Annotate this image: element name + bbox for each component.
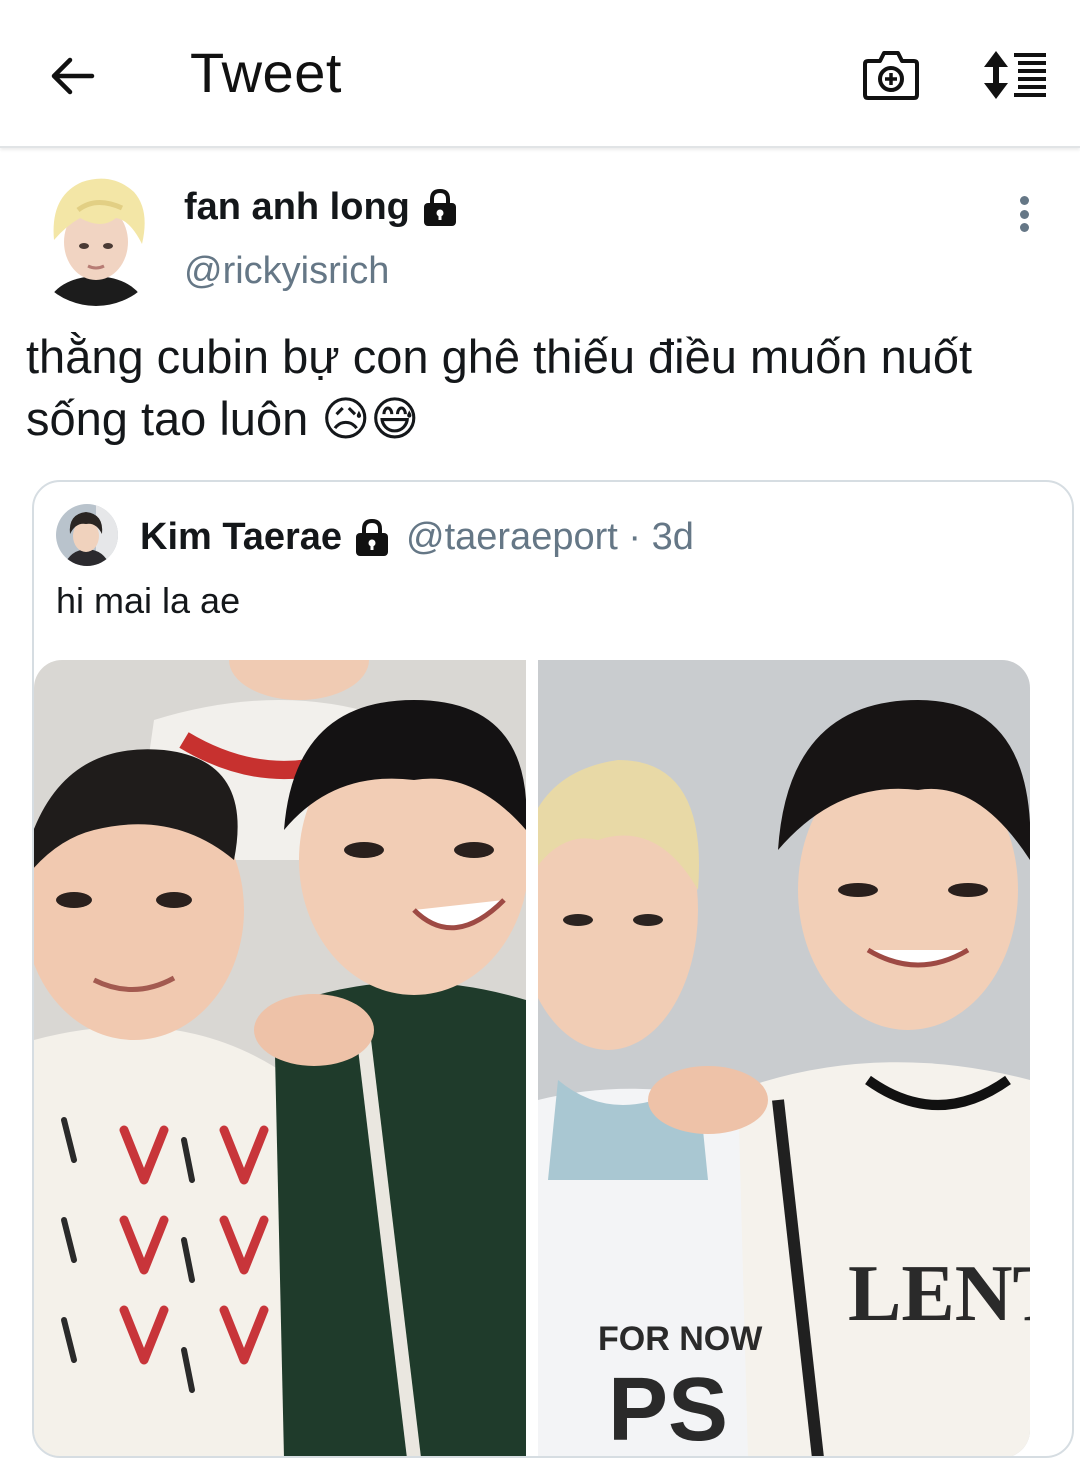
top-app-bar: Tweet [0,0,1080,148]
quoted-author-name: Kim Taerae [140,516,392,559]
quoted-author-handle: @taeraeport [406,516,618,558]
tweet-text: thằng cubin bự con ghê thiếu điều muốn n… [26,330,973,445]
quoted-time: 3d [651,516,694,558]
quoted-author-avatar[interactable] [56,504,118,566]
sort-button[interactable] [978,42,1054,108]
dot-icon [1019,209,1029,219]
quoted-photo-2[interactable]: FOR NOW PS LENTI [538,660,1030,1458]
quoted-photo-1[interactable] [34,660,526,1456]
more-options-button[interactable] [1000,188,1048,240]
quoted-meta: @taeraeport · 3d [406,516,694,559]
dot-icon [1019,223,1029,232]
back-button[interactable] [40,44,104,108]
camera-add-icon [863,51,919,100]
author-name[interactable]: fan anh long [184,186,460,229]
avatar-image [26,166,166,306]
photo-image [34,660,526,1456]
lock-icon [423,188,456,226]
shirt-text-1: FOR NOW [598,1320,763,1358]
page-title: Tweet [190,41,342,104]
sort-list-icon [984,51,1046,99]
meta-separator: · [628,516,642,558]
avatar-image [56,504,118,566]
arrow-left-icon [51,57,95,95]
author-name-text: fan anh long [184,186,410,228]
photo-image: FOR NOW PS LENTI [538,660,1030,1458]
author-avatar[interactable] [26,166,166,306]
quoted-author-name-text: Kim Taerae [140,516,343,558]
shirt-text-2: PS [608,1360,728,1458]
quoted-tweet-text: hi mai la ae [56,580,241,621]
quoted-tweet-card[interactable]: Kim Taerae @taeraeport · 3d hi mai la ae [32,480,1074,1458]
shirt-text-3: LENTI [848,1250,1030,1338]
dot-icon [1019,196,1029,205]
camera-button[interactable] [858,42,924,108]
lock-icon [356,518,389,556]
author-handle[interactable]: @rickyisrich [184,250,389,293]
